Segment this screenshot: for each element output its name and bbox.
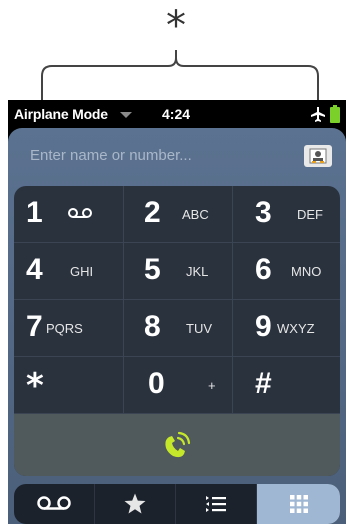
contact-card-button[interactable]	[304, 145, 332, 167]
key-5[interactable]: 5 JKL	[124, 243, 233, 300]
key-3-letters: DEF	[297, 207, 323, 222]
key-8[interactable]: 8 TUV	[124, 300, 233, 357]
key-2[interactable]: 2 ABC	[124, 186, 233, 243]
voicemail-icon	[68, 208, 92, 218]
key-7-digit: 7	[26, 310, 43, 343]
call-log-icon	[206, 496, 226, 512]
airplane-mode-label[interactable]: Airplane Mode	[14, 106, 108, 122]
contact-card-icon	[309, 148, 327, 164]
call-button[interactable]	[14, 414, 340, 476]
key-hash[interactable]: #	[233, 357, 340, 414]
key-0[interactable]: 0 +	[124, 357, 233, 414]
key-6-digit: 6	[255, 253, 272, 286]
key-5-digit: 5	[144, 253, 161, 286]
name-or-number-input[interactable]	[30, 144, 290, 166]
key-4[interactable]: 4 GHI	[14, 243, 124, 300]
key-0-digit: 0	[148, 367, 165, 400]
phone-device: Airplane Mode 4:24 Enter name or number.…	[8, 100, 346, 524]
key-hash-digit: #	[255, 367, 272, 400]
tab-call-log[interactable]	[176, 484, 257, 524]
key-2-digit: 2	[144, 196, 161, 229]
key-2-letters: ABC	[182, 207, 209, 222]
dialpad-icon	[289, 495, 308, 513]
key-7[interactable]: 7 PQRS	[14, 300, 124, 357]
favorites-star-icon	[124, 493, 146, 514]
status-bar: Airplane Mode 4:24	[8, 100, 346, 128]
key-9-letters: WXYZ	[277, 321, 315, 336]
airplane-icon	[311, 107, 325, 122]
tab-dialpad[interactable]	[257, 484, 340, 524]
key-9[interactable]: 9 WXYZ	[233, 300, 340, 357]
dialer-screen: 1 2 ABC 3 DEF 4 GHI 5	[8, 128, 346, 524]
key-6-letters: MNO	[291, 264, 322, 279]
number-entry-bar	[8, 128, 346, 186]
key-4-letters: GHI	[70, 264, 94, 279]
key-3-digit: 3	[255, 196, 272, 229]
key-1[interactable]: 1	[14, 186, 124, 243]
voicemail-icon	[37, 496, 71, 510]
key-8-letters: TUV	[186, 321, 212, 336]
key-star[interactable]: *	[14, 357, 124, 414]
key-6[interactable]: 6 MNO	[233, 243, 340, 300]
key-9-digit: 9	[255, 310, 272, 343]
clock-time: 4:24	[162, 106, 191, 122]
key-star-digit: *	[26, 366, 44, 406]
bottom-toolbar	[14, 484, 340, 524]
key-5-letters: JKL	[186, 264, 209, 279]
tab-voicemail[interactable]	[14, 484, 95, 524]
phone-call-icon	[165, 431, 191, 458]
tab-favorites[interactable]	[95, 484, 176, 524]
battery-icon	[330, 105, 340, 123]
key-0-letters: +	[208, 378, 216, 393]
key-8-digit: 8	[144, 310, 161, 343]
key-7-letters: PQRS	[46, 321, 83, 336]
key-3[interactable]: 3 DEF	[233, 186, 340, 243]
key-4-digit: 4	[26, 253, 43, 286]
dialpad: 1 2 ABC 3 DEF 4 GHI 5 JKL 6 MNO 7 PQRS 8…	[14, 186, 340, 476]
callout-bracket	[41, 50, 319, 108]
key-1-digit: 1	[26, 196, 43, 229]
dropdown-caret-icon[interactable]	[120, 112, 132, 118]
